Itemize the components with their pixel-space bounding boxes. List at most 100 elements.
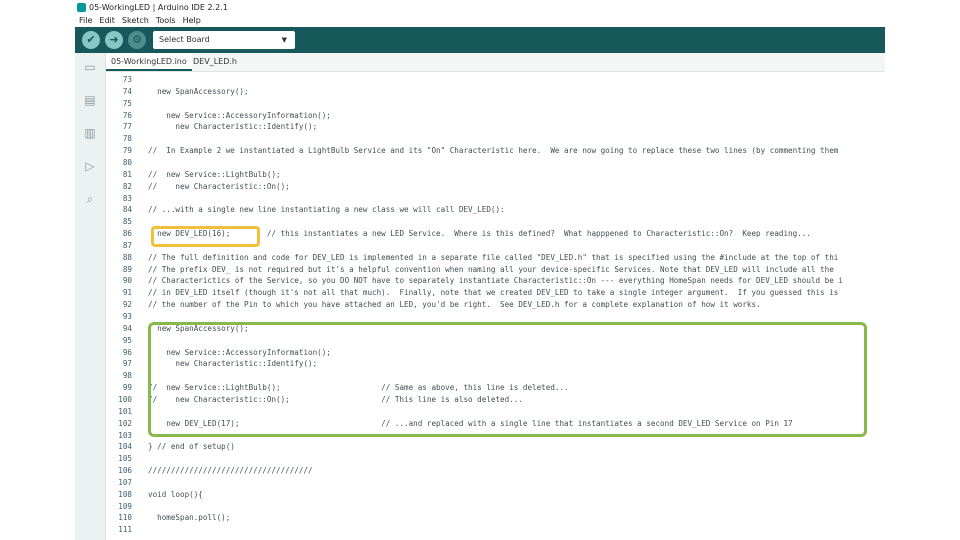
code-line[interactable]: 78	[106, 133, 885, 145]
code-line[interactable]: 110 homeSpan.poll();	[106, 512, 885, 524]
line-text: // In Example 2 we instantiated a LightB…	[148, 146, 839, 156]
code-line[interactable]: 111	[106, 524, 885, 536]
window-title: 05-WorkingLED | Arduino IDE 2.2.1	[89, 2, 228, 12]
code-line[interactable]: 108 void loop(){	[106, 489, 885, 501]
line-number: 81	[122, 169, 132, 179]
line-text: // The full definition and code for DEV_…	[148, 252, 839, 262]
line-number: 95	[122, 335, 132, 345]
line-number: 108	[118, 489, 132, 499]
highlight-second-accessory-block	[148, 322, 867, 437]
tab-working-led-ino[interactable]: 05-WorkingLED.ino	[106, 53, 192, 71]
menu-edit[interactable]: Edit	[99, 16, 115, 25]
folder-icon[interactable]: ▭	[82, 60, 98, 74]
editor-tabs: 05-WorkingLED.ino DEV_LED.h	[106, 53, 885, 72]
line-number: 104	[118, 442, 132, 452]
line-number: 89	[122, 264, 132, 274]
menu-tools[interactable]: Tools	[156, 16, 176, 25]
code-line[interactable]: 75	[106, 98, 885, 110]
chevron-down-icon: ▼	[281, 36, 287, 44]
verify-button[interactable]: ✔	[82, 31, 100, 49]
line-text: new Characteristic::Identify();	[148, 122, 318, 132]
code-line[interactable]: 79 // In Example 2 we instantiated a Ligh…	[106, 145, 885, 157]
line-number: 101	[118, 406, 132, 416]
line-text: ////////////////////////////////////	[148, 466, 313, 476]
board-icon[interactable]: ▤	[82, 93, 98, 107]
line-number: 98	[122, 371, 132, 381]
line-number: 97	[122, 359, 132, 369]
line-number: 106	[118, 466, 132, 476]
line-text: void loop(){	[148, 489, 203, 499]
code-line[interactable]: 76 new Service::AccessoryInformation();	[106, 110, 885, 122]
line-number: 85	[122, 217, 132, 227]
code-line[interactable]: 91 // in DEV_LED itself (though it's not …	[106, 287, 885, 299]
line-number: 102	[118, 418, 132, 428]
line-text: homeSpan.poll();	[148, 513, 231, 523]
highlight-dev-led-16	[151, 226, 260, 247]
line-text: // the number of the Pin to which you ha…	[148, 300, 761, 310]
line-number: 99	[122, 383, 132, 393]
line-number: 105	[118, 454, 132, 464]
menu-help[interactable]: Help	[183, 16, 201, 25]
line-text: // ...with a single new line instantiati…	[148, 205, 505, 215]
line-text: // in DEV_LED itself (though it's not al…	[148, 288, 839, 298]
code-line[interactable]: 82 // new Characteristic::On();	[106, 181, 885, 193]
line-number: 88	[122, 252, 132, 262]
menu-sketch[interactable]: Sketch	[122, 16, 149, 25]
line-number: 100	[118, 394, 132, 404]
menu-bar: File Edit Sketch Tools Help	[75, 14, 885, 27]
code-line[interactable]: 73	[106, 74, 885, 86]
line-number: 77	[122, 122, 132, 132]
line-text: new Service::AccessoryInformation();	[148, 110, 331, 120]
debug-button[interactable]: ⚙	[128, 31, 146, 49]
search-icon[interactable]: ⌕	[82, 192, 98, 206]
line-text: // new Service::LightBulb();	[148, 169, 281, 179]
line-number: 82	[122, 181, 132, 191]
code-line[interactable]: 77 new Characteristic::Identify();	[106, 121, 885, 133]
toolbar: ✔ ➜ ⚙ Select Board ▼	[75, 27, 885, 53]
line-number: 83	[122, 193, 132, 203]
line-number: 80	[122, 157, 132, 167]
line-number: 76	[122, 110, 132, 120]
line-number: 78	[122, 134, 132, 144]
menu-file[interactable]: File	[79, 16, 92, 25]
line-text: // The prefix DEV_ is not required but i…	[148, 264, 834, 274]
line-number: 90	[122, 276, 132, 286]
line-number: 75	[122, 98, 132, 108]
code-line[interactable]: 106 ////////////////////////////////////	[106, 465, 885, 477]
tab-dev-led-h[interactable]: DEV_LED.h	[188, 53, 242, 71]
arrow-right-icon: ➜	[109, 33, 119, 46]
upload-button[interactable]: ➜	[105, 31, 123, 49]
line-number: 91	[122, 288, 132, 298]
ide-window: 05-WorkingLED | Arduino IDE 2.2.1 File E…	[75, 0, 885, 540]
line-number: 87	[122, 240, 132, 250]
code-line[interactable]: 90 // Characterictics of the Service, so …	[106, 275, 885, 287]
code-line[interactable]: 81 // new Service::LightBulb();	[106, 169, 885, 181]
line-number: 107	[118, 477, 132, 487]
title-bar: 05-WorkingLED | Arduino IDE 2.2.1	[75, 0, 885, 14]
code-line[interactable]: 88 // The full definition and code for DE…	[106, 252, 885, 264]
code-line[interactable]: 109	[106, 501, 885, 513]
line-number: 96	[122, 347, 132, 357]
board-selector-label: Select Board	[159, 35, 210, 44]
code-line[interactable]: 92 // the number of the Pin to which you …	[106, 299, 885, 311]
code-line[interactable]: 84 // ...with a single new line instantia…	[106, 204, 885, 216]
library-icon[interactable]: ▥	[82, 126, 98, 140]
code-line[interactable]: 80	[106, 157, 885, 169]
line-number: 110	[118, 513, 132, 523]
line-number: 86	[122, 229, 132, 239]
code-line[interactable]: 83	[106, 193, 885, 205]
line-number: 103	[118, 430, 132, 440]
board-selector[interactable]: Select Board ▼	[153, 31, 295, 49]
code-editor[interactable]: 73 74 new SpanAccessory(); 75 76 new Servic…	[106, 72, 885, 540]
debug-icon[interactable]: ▷	[82, 159, 98, 173]
code-line[interactable]: 107	[106, 477, 885, 489]
code-line[interactable]: 89 // The prefix DEV_ is not required but…	[106, 264, 885, 276]
code-line[interactable]: 104} // end of setup()	[106, 441, 885, 453]
code-line[interactable]: 105	[106, 453, 885, 465]
check-icon: ✔	[86, 33, 96, 46]
line-number: 93	[122, 312, 132, 321]
code-line[interactable]: 74 new SpanAccessory();	[106, 86, 885, 98]
line-number: 94	[122, 323, 132, 333]
line-text: // new Characteristic::On();	[148, 181, 290, 191]
line-number: 73	[122, 75, 132, 84]
